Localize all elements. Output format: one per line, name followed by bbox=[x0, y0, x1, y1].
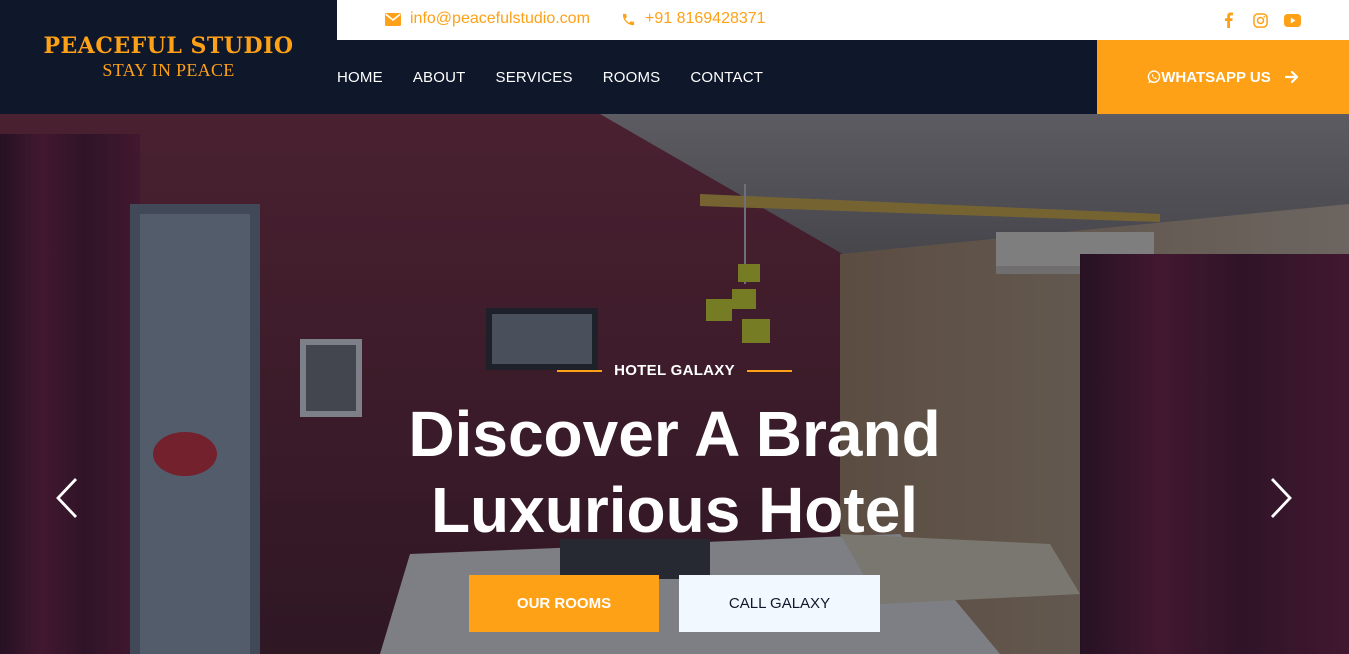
headline-line-1: Discover A Brand bbox=[408, 398, 941, 470]
youtube-icon[interactable] bbox=[1283, 11, 1301, 29]
nav-about[interactable]: ABOUT bbox=[413, 69, 466, 86]
brand-logo[interactable]: PEACEFUL STUDIO STAY IN PEACE bbox=[0, 0, 337, 114]
hero-carousel: HOTEL GALAXY Discover A Brand Luxurious … bbox=[0, 114, 1349, 654]
headline-line-2: Luxurious Hotel bbox=[430, 474, 919, 546]
hero-eyebrow: HOTEL GALAXY bbox=[0, 362, 1349, 379]
phone-icon bbox=[622, 13, 635, 25]
nav-services[interactable]: SERVICES bbox=[496, 69, 573, 86]
nav-rooms[interactable]: ROOMS bbox=[603, 69, 661, 86]
chevron-left-icon bbox=[56, 478, 78, 518]
brand-tagline: STAY IN PEACE bbox=[102, 60, 235, 80]
call-galaxy-button[interactable]: CALL GALAXY bbox=[679, 575, 880, 632]
phone-text: +91 8169428371 bbox=[645, 10, 766, 27]
nav-contact[interactable]: CONTACT bbox=[690, 69, 763, 86]
whatsapp-button[interactable]: WHATSAPP US bbox=[1097, 40, 1349, 114]
email-text: info@peacefulstudio.com bbox=[410, 10, 590, 27]
chevron-right-icon bbox=[1270, 478, 1292, 518]
contact-email[interactable]: info@peacefulstudio.com bbox=[385, 10, 590, 28]
eyebrow-line-right bbox=[746, 369, 792, 372]
nav-home[interactable]: HOME bbox=[337, 69, 383, 86]
instagram-icon[interactable] bbox=[1251, 11, 1269, 29]
hero-dark-overlay bbox=[0, 114, 1349, 654]
our-rooms-button[interactable]: OUR ROOMS bbox=[469, 575, 659, 632]
arrow-right-icon bbox=[1284, 70, 1299, 84]
carousel-prev-button[interactable] bbox=[54, 476, 80, 520]
whatsapp-icon bbox=[1148, 70, 1161, 84]
brand-name: PEACEFUL STUDIO bbox=[43, 33, 294, 59]
eyebrow-line-left bbox=[557, 369, 603, 372]
whatsapp-label: WHATSAPP US bbox=[1161, 68, 1271, 86]
social-links bbox=[1219, 10, 1301, 30]
contact-phone[interactable]: +91 8169428371 bbox=[621, 10, 766, 28]
top-bar: info@peacefulstudio.com +91 8169428371 bbox=[337, 0, 1349, 40]
hero-headline: Discover A Brand Luxurious Hotel bbox=[0, 396, 1349, 548]
main-nav: HOME ABOUT SERVICES ROOMS CONTACT bbox=[337, 40, 1097, 114]
facebook-icon[interactable] bbox=[1219, 11, 1237, 29]
carousel-next-button[interactable] bbox=[1268, 476, 1294, 520]
envelope-icon bbox=[385, 12, 401, 26]
hero-eyebrow-text: HOTEL GALAXY bbox=[614, 362, 735, 379]
